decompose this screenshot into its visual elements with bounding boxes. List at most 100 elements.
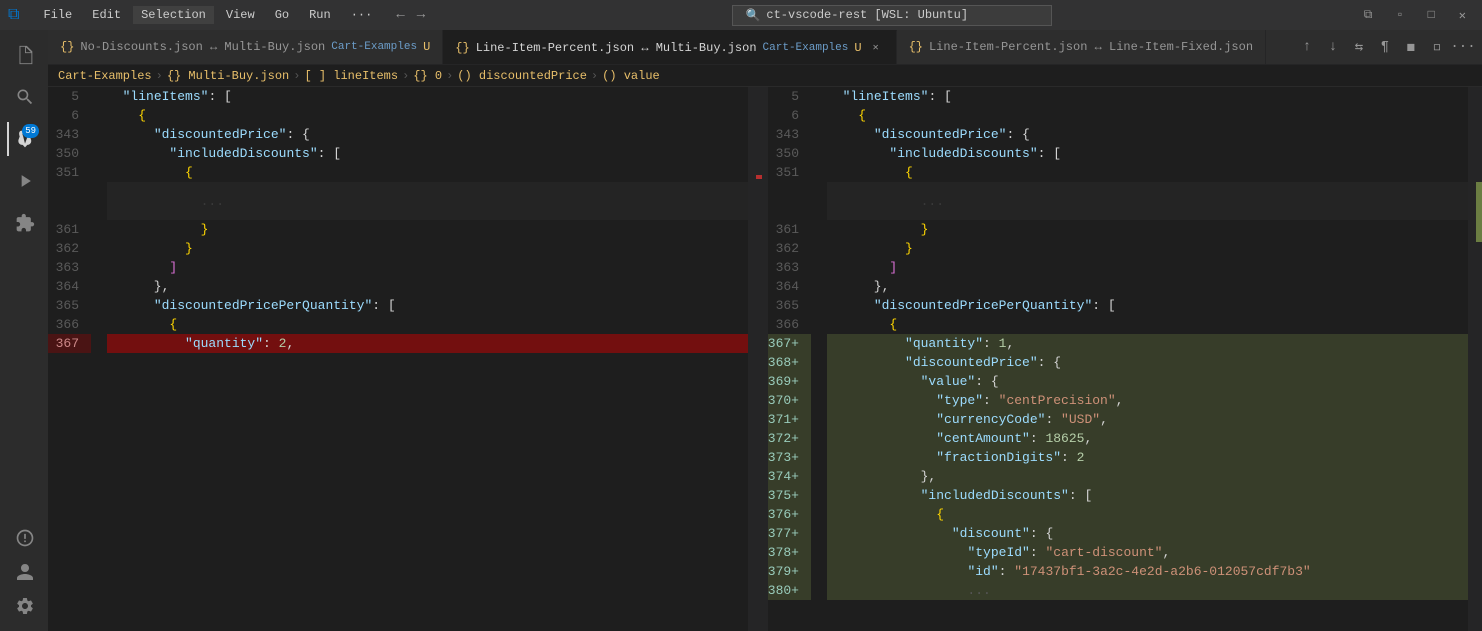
left-line-numbers: 5 6 343 350 351 361 362 363 364 365 366 [48, 87, 103, 631]
search-icon: 🔍 [745, 8, 760, 23]
layout1-button[interactable]: ◼ [1400, 36, 1422, 58]
swap-button[interactable]: ⇆ [1348, 36, 1370, 58]
menu-go[interactable]: Go [267, 6, 297, 24]
line-r363: ] [827, 258, 1468, 277]
left-code-lines: "lineItems": [ { "discountedPrice": { "i… [103, 87, 748, 631]
lnum-6: 6 [48, 106, 91, 125]
lnum-blank [48, 182, 91, 220]
tab-line-item-percent-fixed[interactable]: {} Line-Item-Percent.json ↔ Line-Item-Fi… [897, 30, 1266, 65]
line-l363: ] [107, 258, 748, 277]
breadcrumb-value[interactable]: () value [602, 69, 660, 83]
breadcrumb-lineitems[interactable]: [ ] lineItems [304, 69, 398, 83]
right-minimap [1468, 87, 1482, 631]
line-l351: { [107, 163, 748, 182]
titlebar-center: 🔍 ct-vscode-rest [WSL: Ubuntu] [441, 5, 1344, 26]
tab2-close-button[interactable]: ✕ [868, 40, 884, 56]
rnum-362: 362 [768, 239, 811, 258]
nav-arrows: ← → [392, 5, 429, 25]
menu-selection[interactable]: Selection [133, 6, 214, 24]
editors: 5 6 343 350 351 361 362 363 364 365 366 [48, 87, 1482, 631]
line-r379: "id": "17437bf1-3a2c-4e2d-a2b6-012057cdf… [827, 562, 1468, 581]
window-controls: ⧉ ▫ □ ✕ [1356, 6, 1474, 25]
rnum-379: 379+ [768, 562, 811, 581]
lnum-365: 365 [48, 296, 91, 315]
line-r376: { [827, 505, 1468, 524]
breadcrumb-file[interactable]: {} Multi-Buy.json [167, 69, 289, 83]
tab2-dirty: U [854, 41, 861, 55]
line-l362: } [107, 239, 748, 258]
restore-button[interactable]: □ [1420, 6, 1443, 25]
rnum-377: 377+ [768, 524, 811, 543]
line-r351: { [827, 163, 1468, 182]
menu-bar: File Edit Selection View Go Run ··· [35, 6, 380, 24]
tab-actions: ↑ ↓ ⇆ ¶ ◼ ◽ ··· [1296, 36, 1482, 58]
rnum-blank [768, 182, 811, 220]
line-r371: "currencyCode": "USD", [827, 410, 1468, 429]
breadcrumb-0[interactable]: {} 0 [413, 69, 442, 83]
tab1-path: Cart-Examples [331, 41, 417, 53]
right-line-numbers: 5 6 343 350 351 361 362 363 364 365 366 [768, 87, 823, 631]
line-l365: "discountedPricePerQuantity": [ [107, 296, 748, 315]
line-l6: { [107, 106, 748, 125]
rnum-361: 361 [768, 220, 811, 239]
extensions-icon[interactable] [7, 206, 41, 240]
split-editor-button[interactable]: ↑ [1296, 36, 1318, 58]
rnum-350: 350 [768, 144, 811, 163]
more-actions-button[interactable]: ¶ [1374, 36, 1396, 58]
maximize-button[interactable]: ▫ [1388, 6, 1411, 25]
breadcrumb-discountedprice[interactable]: () discountedPrice [457, 69, 587, 83]
right-code-container: 5 6 343 350 351 361 362 363 364 365 366 [768, 87, 1482, 631]
rnum-365: 365 [768, 296, 811, 315]
rnum-363: 363 [768, 258, 811, 277]
left-code-container: 5 6 343 350 351 361 362 363 364 365 366 [48, 87, 762, 631]
menu-more[interactable]: ··· [343, 6, 381, 24]
explorer-icon[interactable] [7, 38, 41, 72]
menu-run[interactable]: Run [301, 6, 339, 24]
line-r377: "discount": { [827, 524, 1468, 543]
left-editor-scroll[interactable]: 5 6 343 350 351 361 362 363 364 365 366 [48, 87, 762, 631]
line-r370: "type": "centPrecision", [827, 391, 1468, 410]
tab1-label: No-Discounts.json ↔ Multi-Buy.json [80, 40, 325, 54]
rnum-5: 5 [768, 87, 811, 106]
line-l364: }, [107, 277, 748, 296]
search-text: ct-vscode-rest [WSL: Ubuntu] [766, 8, 968, 22]
line-l343: "discountedPrice": { [107, 125, 748, 144]
rnum-364: 364 [768, 277, 811, 296]
app-logo: ⧉ [8, 6, 19, 24]
rnum-367: 367+ [768, 334, 811, 353]
line-r361: } [827, 220, 1468, 239]
nav-back-button[interactable]: ← [392, 5, 408, 25]
bottom-icons [7, 521, 41, 623]
rnum-374: 374+ [768, 467, 811, 486]
right-editor-scroll[interactable]: 5 6 343 350 351 361 362 363 364 365 366 [768, 87, 1482, 631]
run-icon[interactable] [7, 164, 41, 198]
close-button[interactable]: ✕ [1451, 6, 1474, 25]
remote-icon[interactable] [7, 521, 41, 555]
line-r5: "lineItems": [ [827, 87, 1468, 106]
lnum-343: 343 [48, 125, 91, 144]
menu-edit[interactable]: Edit [84, 6, 129, 24]
source-control-icon[interactable]: 59 [7, 122, 41, 156]
settings-icon[interactable] [7, 589, 41, 623]
line-r372: "centAmount": 18625, [827, 429, 1468, 448]
search-bar[interactable]: 🔍 ct-vscode-rest [WSL: Ubuntu] [732, 5, 1052, 26]
menu-file[interactable]: File [35, 6, 80, 24]
overflow-button[interactable]: ··· [1452, 36, 1474, 58]
search-icon[interactable] [7, 80, 41, 114]
nav-forward-button[interactable]: → [413, 5, 429, 25]
lnum-361: 361 [48, 220, 91, 239]
layout-button[interactable]: ⧉ [1356, 6, 1381, 25]
accounts-icon[interactable] [7, 555, 41, 589]
lnum-363: 363 [48, 258, 91, 277]
right-code-lines: "lineItems": [ { "discountedPrice": { "i… [823, 87, 1468, 631]
tab-line-item-percent-multi[interactable]: {} Line-Item-Percent.json ↔ Multi-Buy.js… [443, 30, 896, 65]
breadcrumb-cart-examples[interactable]: Cart-Examples [58, 69, 152, 83]
tab-no-discounts[interactable]: {} No-Discounts.json ↔ Multi-Buy.json Ca… [48, 30, 443, 65]
line-r365: "discountedPricePerQuantity": [ [827, 296, 1468, 315]
line-r6: { [827, 106, 1468, 125]
line-r380: ... [827, 581, 1468, 600]
menu-view[interactable]: View [218, 6, 263, 24]
source-control-badge: 59 [22, 124, 39, 138]
scroll-up-button[interactable]: ↓ [1322, 36, 1344, 58]
layout2-button[interactable]: ◽ [1426, 36, 1448, 58]
